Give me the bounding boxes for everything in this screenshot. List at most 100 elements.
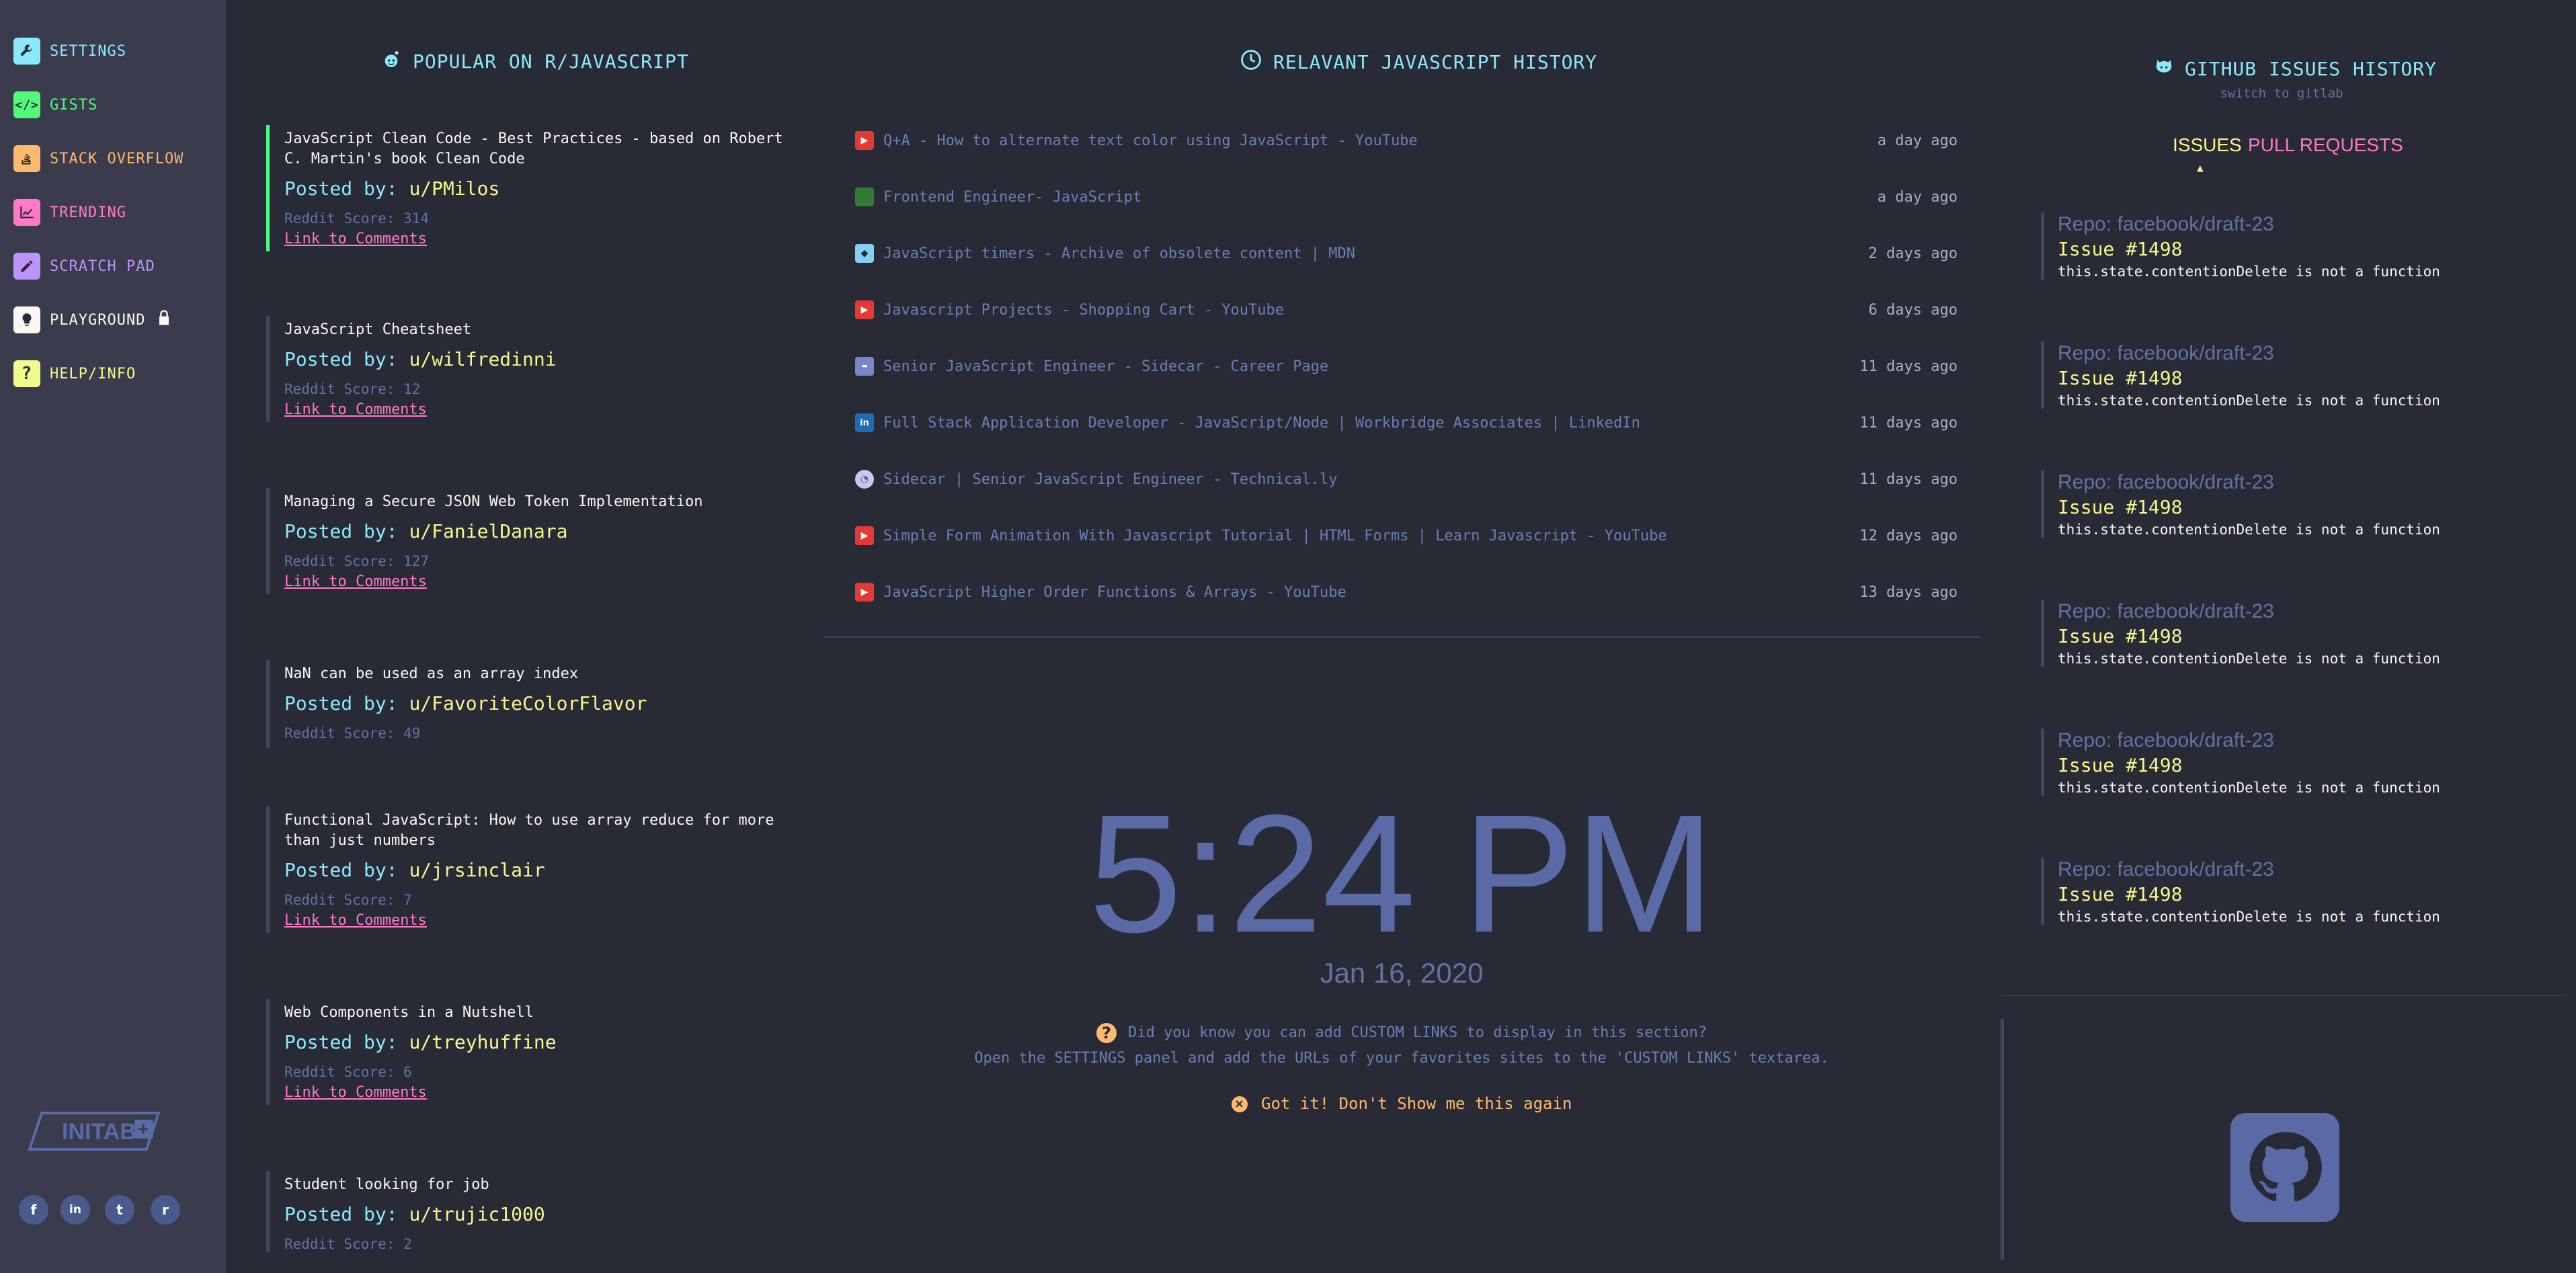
site-favicon-icon [855, 188, 874, 206]
post-title[interactable]: JavaScript Cheatsheet [284, 316, 784, 340]
post-user[interactable]: u/FanielDanara [409, 520, 567, 542]
post-score: Reddit Score: 127 [284, 553, 429, 569]
history-item-title[interactable]: JavaScript Higher Order Functions & Arra… [883, 584, 1859, 601]
history-item[interactable]: Frontend Engineer- JavaScript a day ago [855, 183, 1958, 210]
history-item-title[interactable]: Javascript Projects - Shopping Cart - Yo… [883, 302, 1869, 319]
wrench-icon [13, 38, 40, 65]
sidebar-item-label: STACK OVERFLOW [50, 150, 184, 167]
github-issue-item[interactable]: Repo: facebook/draft-23 Issue #1498 this… [2041, 470, 2552, 538]
post-score: Reddit Score: 49 [284, 725, 421, 741]
youtube-icon: ▶ [855, 300, 874, 319]
post-title[interactable]: Functional JavaScript: How to use array … [284, 807, 784, 851]
comments-link[interactable]: Link to Comments [284, 1084, 784, 1105]
history-item-title[interactable]: Frontend Engineer- JavaScript [883, 189, 1878, 206]
github-logo-icon[interactable] [2230, 1113, 2339, 1222]
post-user[interactable]: u/jrsinclair [409, 859, 545, 881]
sidebar-item-label: SCRATCH PAD [50, 257, 155, 275]
issue-text: this.state.contentionDelete is not a fun… [2058, 522, 2440, 538]
sidebar-item-label: HELP/INFO [50, 365, 136, 382]
sidebar-item-stack-overflow[interactable]: STACK OVERFLOW [13, 144, 184, 173]
sidebar-item-label: PLAYGROUND [50, 311, 146, 329]
github-issue-item[interactable]: Repo: facebook/draft-23 Issue #1498 this… [2041, 858, 2552, 925]
stack-overflow-icon [13, 145, 40, 172]
issue-repo: Repo: facebook/draft-23 [2058, 600, 2274, 622]
sidebar-item-settings[interactable]: SETTINGS [13, 36, 126, 66]
sidebar-item-trending[interactable]: TRENDING [13, 198, 126, 227]
post-score: Reddit Score: 6 [284, 1064, 412, 1080]
active-tab-caret-icon: ▲ [2197, 161, 2204, 174]
reddit-column-title: POPULAR ON R/JAVASCRIPT [380, 48, 689, 75]
comments-link[interactable]: Link to Comments [284, 401, 784, 422]
post-title[interactable]: Managing a Secure JSON Web Token Impleme… [284, 488, 784, 512]
sidebar-item-help[interactable]: ? HELP/INFO [13, 359, 136, 388]
history-item[interactable]: ▶ Javascript Projects - Shopping Cart - … [855, 296, 1958, 323]
reddit-icon[interactable]: r [151, 1195, 180, 1225]
github-column-title: GITHUB ISSUES HISTORY [2154, 56, 2437, 81]
linkedin-icon[interactable]: in [61, 1195, 90, 1225]
post-title[interactable]: Web Components in a Nutshell [284, 999, 784, 1023]
post-user[interactable]: u/wilfredinni [409, 348, 556, 370]
facebook-icon[interactable]: f [19, 1195, 48, 1225]
divider [824, 636, 1980, 638]
sidebar-item-scratch-pad[interactable]: SCRATCH PAD [13, 251, 155, 281]
issue-repo: Repo: facebook/draft-23 [2058, 342, 2274, 364]
history-item-time: 11 days ago [1859, 414, 1958, 432]
history-item-title[interactable]: Senior JavaScript Engineer - Sidecar - C… [883, 358, 1859, 375]
switch-to-gitlab-link[interactable]: switch to gitlab [2154, 86, 2409, 101]
reddit-post: NaN can be used as an array index Posted… [266, 660, 784, 748]
chart-icon [13, 199, 40, 226]
history-item-title[interactable]: Full Stack Application Developer - JavaS… [883, 415, 1859, 432]
issue-number: Issue #1498 [2058, 754, 2183, 776]
comments-link[interactable]: Link to Comments [284, 912, 784, 933]
history-item-title[interactable]: Simple Form Animation With Javascript Tu… [883, 528, 1859, 544]
history-item-title[interactable]: JavaScript timers - Archive of obsolete … [883, 245, 1869, 262]
post-title[interactable]: Student looking for job [284, 1171, 784, 1195]
pencil-icon [13, 253, 40, 280]
issue-text: this.state.contentionDelete is not a fun… [2058, 263, 2440, 280]
post-user[interactable]: u/FavoriteColorFlavor [409, 692, 647, 714]
issue-repo: Repo: facebook/draft-23 [2058, 213, 2274, 235]
history-item[interactable]: ◔ Sidecar | Senior JavaScript Engineer -… [855, 466, 1958, 493]
tab-pull-requests[interactable]: PULL REQUESTS [2248, 134, 2403, 156]
post-title[interactable]: JavaScript Clean Code - Best Practices -… [284, 125, 784, 169]
post-title[interactable]: NaN can be used as an array index [284, 660, 784, 684]
github-issue-item[interactable]: Repo: facebook/draft-23 Issue #1498 this… [2041, 212, 2552, 280]
history-item[interactable]: ◆ JavaScript timers - Archive of obsolet… [855, 240, 1958, 267]
reddit-post: Managing a Secure JSON Web Token Impleme… [266, 488, 784, 594]
twitter-icon[interactable]: t [105, 1195, 134, 1225]
lock-icon [155, 309, 173, 331]
custom-links-tip: ? Did you know you can add CUSTOM LINKS … [941, 1023, 1862, 1043]
sidebar-item-playground[interactable]: PLAYGROUND [13, 305, 173, 335]
career-page-icon: ▬ [855, 357, 874, 376]
reddit-post: JavaScript Clean Code - Best Practices -… [266, 125, 784, 251]
history-item-title[interactable]: Q+A - How to alternate text color using … [883, 132, 1878, 149]
issue-repo: Repo: facebook/draft-23 [2058, 858, 2274, 880]
post-author: Posted by: u/FavoriteColorFlavor [284, 692, 647, 714]
sidebar-item-gists[interactable]: </> GISTS [13, 90, 97, 120]
post-user[interactable]: u/PMilos [409, 177, 499, 200]
github-issue-item[interactable]: Repo: facebook/draft-23 Issue #1498 this… [2041, 600, 2552, 667]
github-issue-item[interactable]: Repo: facebook/draft-23 Issue #1498 this… [2041, 729, 2552, 796]
issue-number: Issue #1498 [2058, 238, 2183, 260]
issue-text: this.state.contentionDelete is not a fun… [2058, 780, 2440, 796]
comments-link[interactable]: Link to Comments [284, 573, 784, 594]
comments-link[interactable]: Link to Comments [284, 231, 784, 251]
history-item-title[interactable]: Sidecar | Senior JavaScript Engineer - T… [883, 471, 1859, 488]
history-item[interactable]: ▶ JavaScript Higher Order Functions & Ar… [855, 579, 1958, 606]
dismiss-tip-button[interactable]: × Got it! Don't Show me this again [941, 1094, 1862, 1113]
github-icon [2154, 56, 2174, 81]
history-item[interactable]: ▶ Simple Form Animation With Javascript … [855, 522, 1958, 549]
post-score: Reddit Score: 7 [284, 892, 412, 908]
reddit-post: Functional JavaScript: How to use array … [266, 807, 784, 933]
github-issue-item[interactable]: Repo: facebook/draft-23 Issue #1498 this… [2041, 341, 2552, 409]
mdn-icon: ◆ [855, 244, 874, 263]
tab-issues[interactable]: ISSUES [2173, 134, 2242, 156]
history-item[interactable]: ▶ Q+A - How to alternate text color usin… [855, 127, 1958, 154]
history-item[interactable]: ▬ Senior JavaScript Engineer - Sidecar -… [855, 353, 1958, 380]
svg-text:+: + [138, 1118, 149, 1139]
code-icon: </> [13, 91, 40, 118]
close-circle-icon: × [1231, 1096, 1248, 1112]
post-user[interactable]: u/treyhuffine [409, 1031, 556, 1053]
history-item[interactable]: in Full Stack Application Developer - Ja… [855, 409, 1958, 436]
post-user[interactable]: u/trujic1000 [409, 1203, 545, 1225]
